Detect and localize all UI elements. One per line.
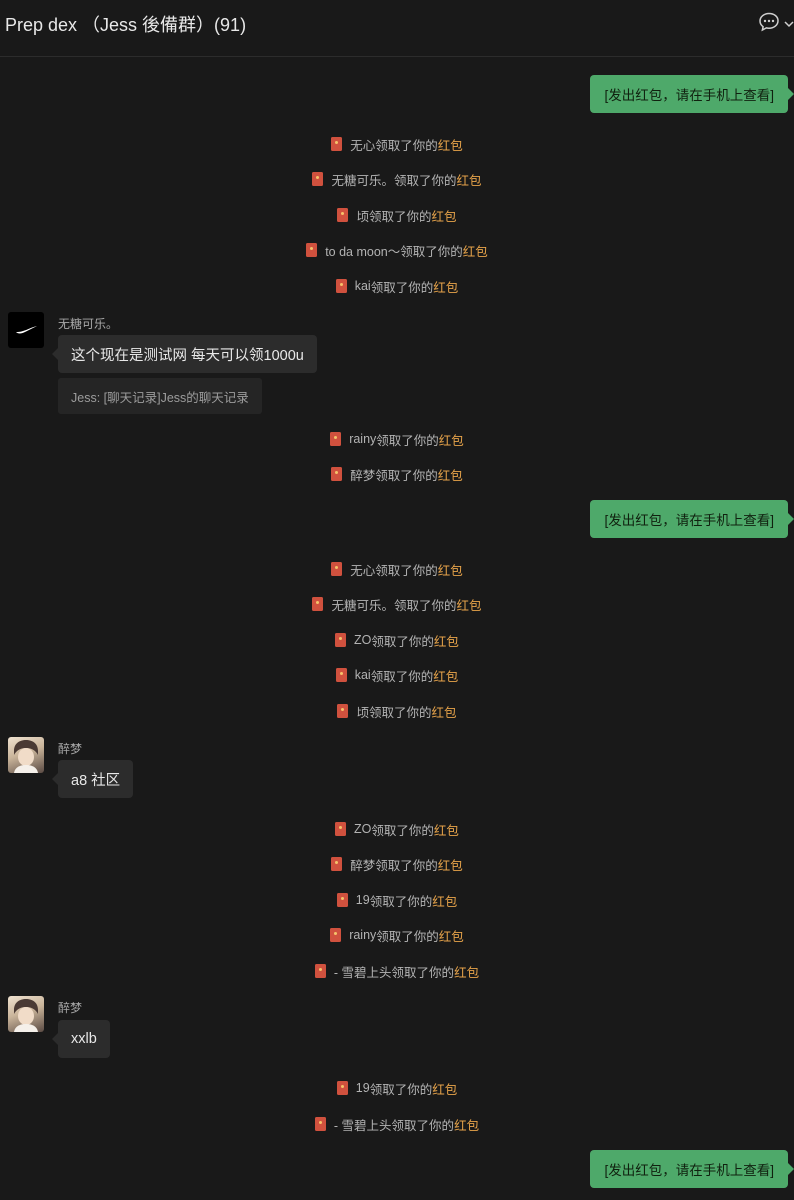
sender-name: 醉梦 — [58, 742, 83, 756]
red-packet-icon — [312, 172, 324, 186]
system-message: 醉梦 领取了你的 红包 — [0, 464, 794, 484]
system-message: ZO 领取了你的 红包 — [0, 630, 794, 650]
avatar[interactable] — [8, 312, 44, 348]
message-list[interactable]: [发出红包，请在手机上查看] 无心 领取了你的 红包 无糖可乐。 领取了你的 红包 顷领… — [0, 57, 794, 1200]
red-packet-link[interactable]: 红包 — [434, 820, 459, 839]
anime-avatar-icon — [8, 740, 44, 773]
red-packet-icon — [331, 467, 343, 481]
red-packet-link[interactable]: 红包 — [454, 1115, 479, 1134]
chat-bubble-icon — [758, 12, 780, 37]
red-packet-link[interactable]: 红包 — [432, 206, 457, 225]
system-message: 醉梦 领取了你的 红包 — [0, 854, 794, 874]
message-bubble[interactable]: 这个现在是测试网 每天可以领1000u — [52, 335, 317, 373]
red-packet-link[interactable]: 红包 — [432, 1079, 457, 1098]
red-packet-icon — [306, 243, 318, 257]
system-message: kai 领取了你的 红包 — [0, 665, 794, 685]
red-packet-icon — [330, 928, 342, 942]
red-packet-icon — [331, 857, 343, 871]
red-packet-icon — [314, 964, 326, 978]
red-packet-link[interactable]: 红包 — [433, 666, 458, 685]
avatar[interactable] — [8, 996, 44, 1032]
red-packet-icon — [312, 597, 324, 611]
system-message: rainy 领取了你的 红包 — [0, 925, 794, 945]
red-packet-icon — [335, 822, 347, 836]
system-message: 19 领取了你的 红包 — [0, 1078, 794, 1098]
nike-logo-icon — [8, 326, 44, 348]
chat-header: Prep dex （Jess 後備群）(91) — [0, 0, 794, 57]
red-packet-link[interactable]: 红包 — [463, 241, 488, 260]
red-packet-icon — [336, 893, 348, 907]
red-packet-icon — [331, 562, 343, 576]
red-packet-link[interactable]: 红包 — [432, 702, 457, 721]
avatar[interactable] — [8, 737, 44, 773]
system-message: 无心 领取了你的 红包 — [0, 559, 794, 579]
red-packet-link[interactable]: 红包 — [432, 891, 457, 910]
red-packet-icon — [331, 137, 343, 151]
outgoing-red-packet-message[interactable]: [发出红包，请在手机上查看] — [590, 75, 794, 113]
red-packet-icon — [330, 432, 342, 446]
system-message: - 雪碧上头 领取了你的 红包 — [0, 961, 794, 981]
system-message: to da moon～ 领取了你的 红包 — [0, 240, 794, 260]
red-packet-link[interactable]: 红包 — [438, 135, 463, 154]
outgoing-red-packet-message[interactable]: [发出红包，请在手机上查看] — [590, 1150, 794, 1188]
chevron-down-icon — [784, 15, 794, 33]
red-packet-link[interactable]: 红包 — [457, 170, 482, 189]
red-packet-link[interactable]: 红包 — [438, 855, 463, 874]
outgoing-red-packet-message[interactable]: [发出红包，请在手机上查看] — [590, 500, 794, 538]
system-message: - 雪碧上头 领取了你的 红包 — [0, 1114, 794, 1134]
red-packet-icon — [337, 704, 349, 718]
system-message: 无糖可乐。 领取了你的 红包 — [0, 169, 794, 189]
red-packet-icon — [314, 1117, 326, 1131]
message-bubble[interactable]: a8 社区 — [51, 760, 134, 798]
system-message: 19 领取了你的 红包 — [0, 890, 794, 910]
red-packet-icon — [335, 279, 347, 293]
quoted-message[interactable]: Jess: [聊天记录]Jess的聊天记录 — [58, 378, 262, 414]
red-packet-link[interactable]: 红包 — [439, 926, 464, 945]
message-bubble[interactable]: xxlb — [52, 1020, 110, 1058]
system-message: rainy 领取了你的 红包 — [0, 429, 794, 449]
system-message: 无糖可乐。 领取了你的 红包 — [0, 594, 794, 614]
chat-info-button[interactable] — [758, 12, 794, 37]
red-packet-link[interactable]: 红包 — [434, 631, 459, 650]
red-packet-icon — [337, 208, 349, 222]
system-message: 顷领取了你的 红包 — [0, 701, 794, 721]
system-message: ZO 领取了你的 红包 — [0, 819, 794, 839]
red-packet-link[interactable]: 红包 — [457, 595, 482, 614]
red-packet-link[interactable]: 红包 — [438, 560, 463, 579]
system-message: kai 领取了你的 红包 — [0, 276, 794, 296]
red-packet-link[interactable]: 红包 — [454, 962, 479, 981]
system-message: 顷领取了你的 红包 — [0, 205, 794, 225]
red-packet-icon — [335, 668, 347, 682]
red-packet-icon — [336, 1081, 348, 1095]
sender-name: 无糖可乐。 — [58, 317, 119, 331]
red-packet-icon — [335, 633, 347, 647]
red-packet-link[interactable]: 红包 — [433, 277, 458, 296]
sender-name: 醉梦 — [58, 1001, 83, 1015]
chat-title: Prep dex （Jess 後備群）(91) — [5, 15, 247, 35]
red-packet-link[interactable]: 红包 — [439, 430, 464, 449]
red-packet-link[interactable]: 红包 — [438, 465, 463, 484]
system-message: 无心 领取了你的 红包 — [0, 134, 794, 154]
anime-avatar-icon — [8, 999, 44, 1032]
